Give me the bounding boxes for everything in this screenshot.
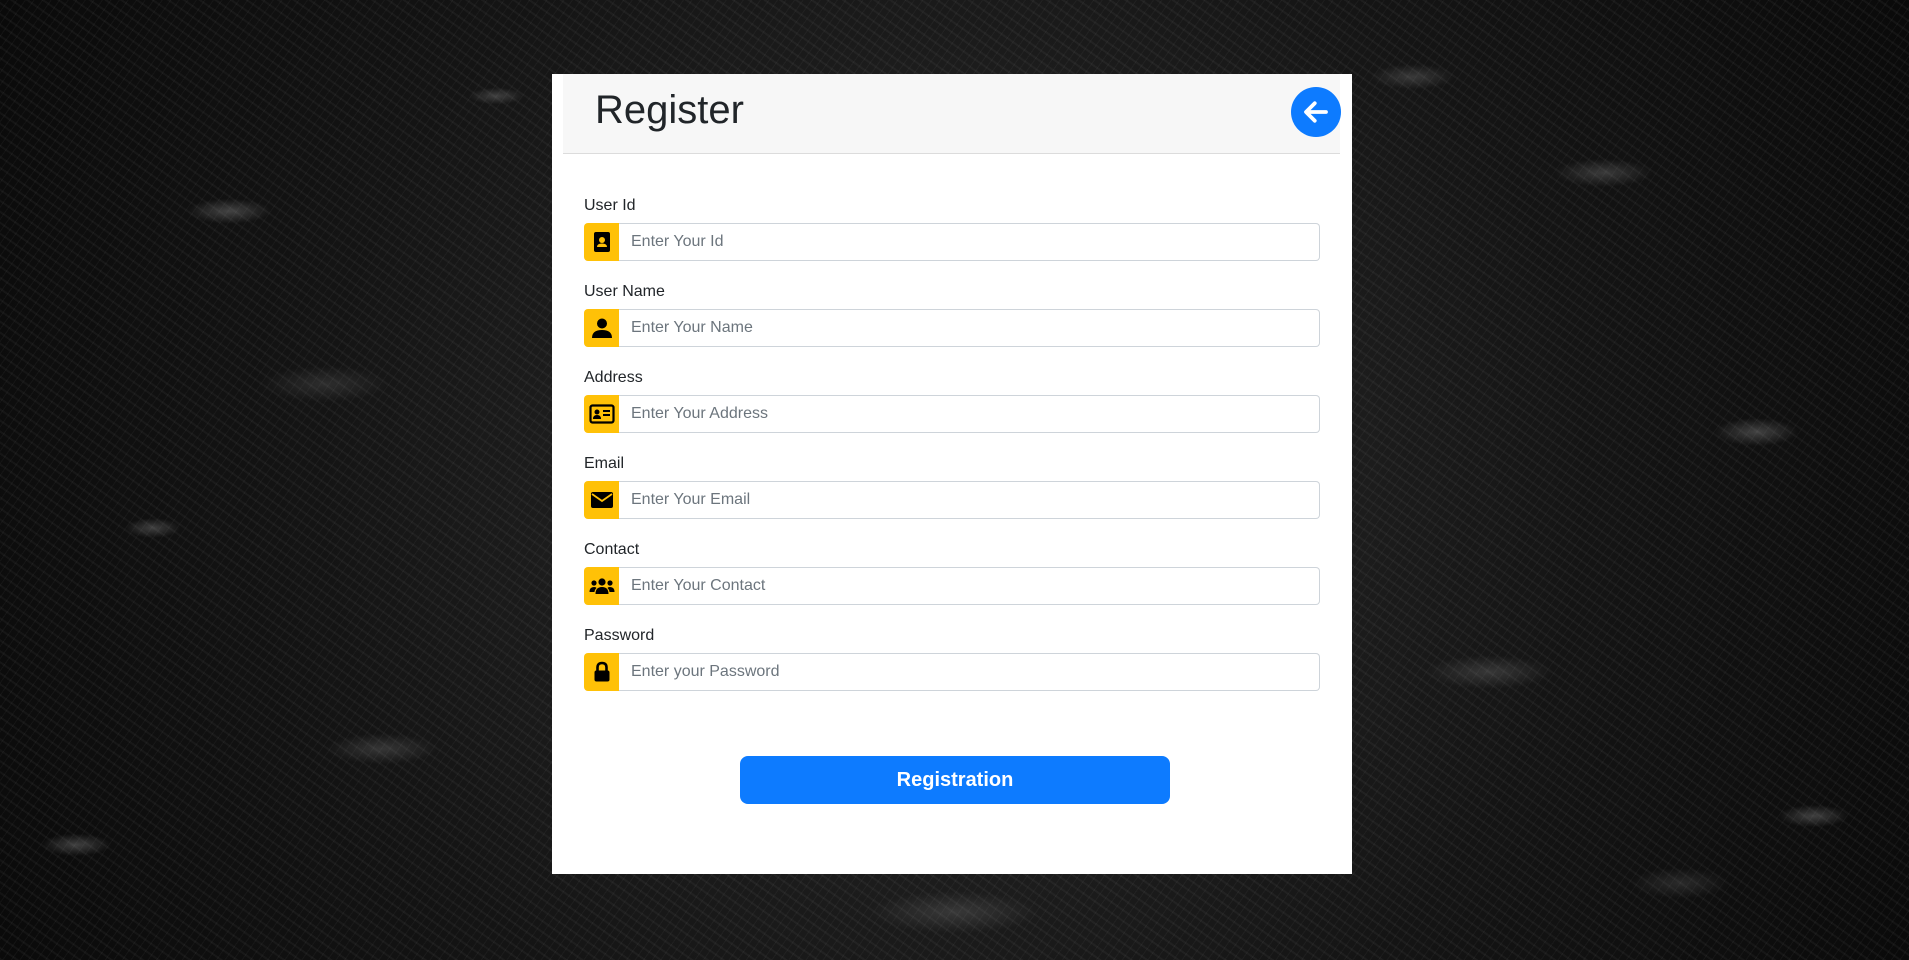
address-card-icon	[584, 395, 619, 433]
contact-input[interactable]	[619, 567, 1320, 605]
email-label: Email	[584, 455, 625, 472]
registration-form: User Id User Name	[584, 194, 1320, 710]
password-input[interactable]	[619, 653, 1320, 691]
user-name-label: User Name	[584, 283, 665, 300]
lock-icon	[584, 653, 619, 691]
contact-book-icon	[584, 223, 619, 261]
card-header: Register	[563, 74, 1341, 154]
contact-label: Contact	[584, 541, 640, 558]
user-id-input-row	[584, 223, 1320, 261]
address-label: Address	[584, 369, 643, 386]
email-group: Email	[584, 452, 1320, 538]
back-button[interactable]	[1291, 87, 1341, 137]
address-input[interactable]	[619, 395, 1320, 433]
contact-input-row	[584, 567, 1320, 605]
register-card: Register User Id User Name	[552, 74, 1352, 874]
envelope-icon	[584, 481, 619, 519]
email-input-row	[584, 481, 1320, 519]
user-id-group: User Id	[584, 194, 1320, 280]
page-title: Register	[595, 88, 744, 132]
password-input-row	[584, 653, 1320, 691]
address-input-row	[584, 395, 1320, 433]
user-id-label: User Id	[584, 197, 636, 214]
address-group: Address	[584, 366, 1320, 452]
user-name-group: User Name	[584, 280, 1320, 366]
user-name-input[interactable]	[619, 309, 1320, 347]
users-icon	[584, 567, 619, 605]
password-label: Password	[584, 627, 655, 644]
user-id-input[interactable]	[619, 223, 1320, 261]
user-name-input-row	[584, 309, 1320, 347]
password-group: Password	[584, 624, 1320, 710]
email-input[interactable]	[619, 481, 1320, 519]
contact-group: Contact	[584, 538, 1320, 624]
arrow-left-icon	[1304, 101, 1328, 123]
registration-button[interactable]: Registration	[740, 756, 1170, 804]
user-icon	[584, 309, 619, 347]
